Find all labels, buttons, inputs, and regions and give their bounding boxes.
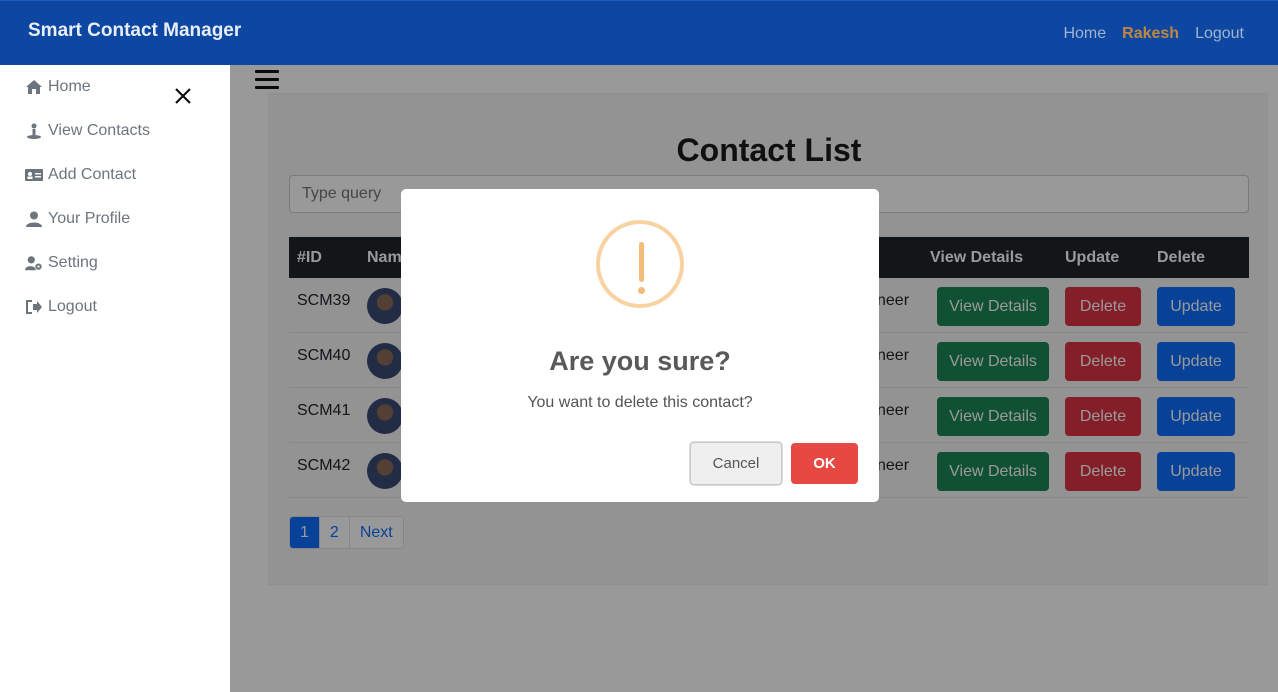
ok-button[interactable]: OK — [791, 443, 858, 484]
dialog-message: You want to delete this contact? — [527, 394, 753, 411]
sidebar-item-label: Add Contact — [48, 166, 137, 183]
confirm-dialog: Are you sure? You want to delete this co… — [401, 189, 879, 502]
id-card-icon — [25, 169, 43, 181]
sidebar-item-label: Your Profile — [48, 210, 131, 227]
sidebar-item-label: Logout — [48, 298, 97, 315]
user-gear-icon — [25, 256, 42, 271]
sidebar: Home View Contacts Add Contact Your Prof… — [0, 65, 230, 692]
nav-user-link[interactable]: Rakesh — [1122, 25, 1179, 43]
sidebar-item-label: Home — [48, 78, 91, 95]
top-navbar: Smart Contact Manager Home Rakesh Logout — [0, 0, 1278, 65]
nav-home-link[interactable]: Home — [1063, 25, 1106, 43]
user-icon — [26, 211, 42, 227]
sidebar-item-label: Setting — [48, 254, 98, 271]
sidebar-item-label: View Contacts — [48, 122, 150, 139]
sign-out-icon — [26, 300, 42, 314]
sidebar-item-home[interactable]: Home — [25, 78, 91, 96]
brand-title[interactable]: Smart Contact Manager — [28, 20, 241, 42]
dialog-title: Are you sure? — [549, 346, 731, 376]
home-icon — [26, 80, 42, 94]
warning-icon — [596, 220, 684, 308]
sidebar-item-view-contacts[interactable]: View Contacts — [25, 122, 150, 140]
sidebar-item-your-profile[interactable]: Your Profile — [25, 210, 130, 228]
close-icon[interactable] — [172, 85, 194, 107]
cancel-button[interactable]: Cancel — [690, 442, 782, 485]
sidebar-item-setting[interactable]: Setting — [25, 254, 98, 272]
contacts-icon — [27, 123, 41, 139]
sidebar-item-logout[interactable]: Logout — [25, 298, 97, 316]
sidebar-item-add-contact[interactable]: Add Contact — [25, 166, 136, 184]
nav-logout-link[interactable]: Logout — [1195, 25, 1244, 43]
navbar-links: Home Rakesh Logout — [1063, 25, 1244, 43]
